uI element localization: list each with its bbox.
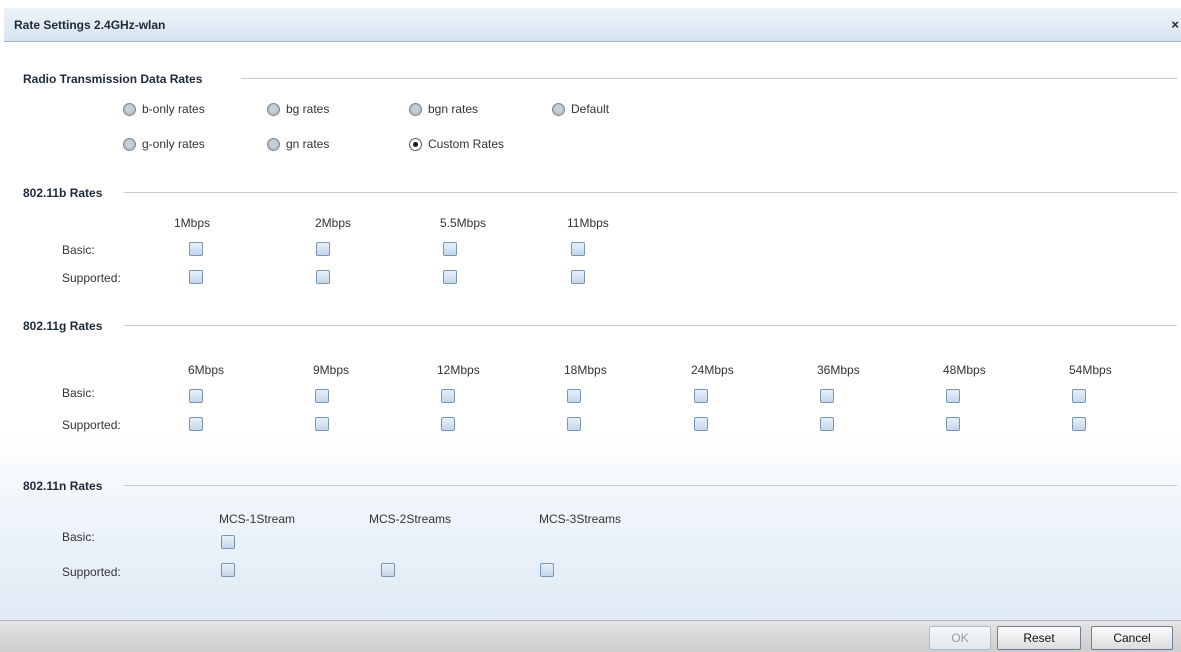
radio-label: Default	[571, 102, 610, 116]
g-basic-48mbps-checkbox[interactable]	[946, 389, 960, 403]
cancel-button[interactable]: Cancel	[1091, 626, 1173, 650]
close-icon[interactable]: ×	[1171, 17, 1179, 32]
b-supported-5-5mbps-checkbox[interactable]	[443, 270, 457, 284]
g-rate-col-36mbps: 36Mbps	[817, 363, 860, 377]
radio-g-only-rates[interactable]: g-only rates	[123, 136, 205, 152]
radio-label: bgn rates	[428, 102, 479, 116]
reset-button[interactable]: Reset	[997, 626, 1081, 650]
b-rate-col-5-5mbps: 5.5Mbps	[440, 216, 487, 230]
b-rates-section-title: 802.11b Rates	[23, 186, 103, 200]
b-basic-2mbps-checkbox[interactable]	[316, 242, 330, 256]
n-basic-row-label: Basic:	[62, 530, 95, 544]
g-rate-col-24mbps: 24Mbps	[691, 363, 734, 377]
n-supported-mcs-3streams-checkbox[interactable]	[540, 563, 554, 577]
g-rates-section-title: 802.11g Rates	[23, 319, 103, 333]
n-supported-mcs-1stream-checkbox[interactable]	[221, 563, 235, 577]
radio-button-icon	[409, 102, 422, 116]
radio-label: bg rates	[286, 102, 330, 116]
b-rate-col-11mbps: 11Mbps	[567, 216, 609, 230]
g-supported-36mbps-checkbox[interactable]	[820, 417, 834, 431]
n-basic-mcs-1stream-checkbox[interactable]	[221, 535, 235, 549]
radio-button-icon	[123, 137, 136, 151]
n-supported-mcs-2streams-checkbox[interactable]	[381, 563, 395, 577]
dialog-title: Rate Settings 2.4GHz-wlan	[14, 18, 166, 32]
g-rate-col-18mbps: 18Mbps	[564, 363, 607, 377]
radio-button-icon	[267, 137, 280, 151]
g-supported-9mbps-checkbox[interactable]	[315, 417, 329, 431]
dialog-titlebar: Rate Settings 2.4GHz-wlan ×	[4, 8, 1181, 42]
b-supported-2mbps-checkbox[interactable]	[316, 270, 330, 284]
n-rate-col-mcs-1stream: MCS-1Stream	[219, 512, 296, 526]
g-basic-6mbps-checkbox[interactable]	[189, 389, 203, 403]
radio-label: Custom Rates	[428, 137, 505, 151]
b-basic-5-5mbps-checkbox[interactable]	[443, 242, 457, 256]
rate-settings-dialog: Rate Settings 2.4GHz-wlan × Radio Transm…	[0, 0, 1181, 652]
radio-button-icon	[267, 102, 280, 116]
g-rate-col-12mbps: 12Mbps	[437, 363, 480, 377]
g-rate-col-54mbps: 54Mbps	[1069, 363, 1112, 377]
section-divider	[241, 78, 1177, 79]
section-divider	[124, 192, 1177, 193]
radio-label: gn rates	[286, 137, 330, 151]
g-supported-24mbps-checkbox[interactable]	[694, 417, 708, 431]
g-basic-row-label: Basic:	[62, 386, 95, 400]
radio-custom-rates[interactable]: Custom Rates	[409, 136, 504, 152]
b-basic-row-label: Basic:	[62, 243, 95, 257]
b-basic-1mbps-checkbox[interactable]	[189, 242, 203, 256]
radio-label: g-only rates	[142, 137, 205, 151]
radio-bg-rates[interactable]: bg rates	[267, 101, 329, 117]
radio-rates-section-title: Radio Transmission Data Rates	[23, 72, 203, 86]
g-supported-48mbps-checkbox[interactable]	[946, 417, 960, 431]
n-rate-col-mcs-3streams: MCS-3Streams	[539, 512, 622, 526]
g-supported-54mbps-checkbox[interactable]	[1072, 417, 1086, 431]
section-divider	[124, 485, 1177, 486]
n-rates-section-title: 802.11n Rates	[23, 479, 103, 493]
radio-default[interactable]: Default	[552, 101, 609, 117]
radio-bgn-rates[interactable]: bgn rates	[409, 101, 478, 117]
n-rate-col-mcs-2streams: MCS-2Streams	[369, 512, 452, 526]
g-rate-col-48mbps: 48Mbps	[943, 363, 986, 377]
b-supported-11mbps-checkbox[interactable]	[571, 270, 585, 284]
b-rate-col-1mbps: 1Mbps	[174, 216, 211, 230]
b-supported-row-label: Supported:	[62, 271, 121, 285]
g-basic-36mbps-checkbox[interactable]	[820, 389, 834, 403]
g-basic-18mbps-checkbox[interactable]	[567, 389, 581, 403]
radio-gn-rates[interactable]: gn rates	[267, 136, 329, 152]
g-basic-54mbps-checkbox[interactable]	[1072, 389, 1086, 403]
radio-button-icon	[123, 102, 136, 116]
g-basic-12mbps-checkbox[interactable]	[441, 389, 455, 403]
radio-b-only-rates[interactable]: b-only rates	[123, 101, 205, 117]
g-supported-12mbps-checkbox[interactable]	[441, 417, 455, 431]
n-supported-row-label: Supported:	[62, 565, 121, 579]
section-divider	[124, 325, 1177, 326]
radio-button-icon	[552, 102, 565, 116]
ok-button[interactable]: OK	[929, 626, 991, 650]
b-rate-col-2mbps: 2Mbps	[315, 216, 352, 230]
g-rate-col-9mbps: 9Mbps	[313, 363, 350, 377]
b-basic-11mbps-checkbox[interactable]	[571, 242, 585, 256]
g-rate-col-6mbps: 6Mbps	[188, 363, 225, 377]
radio-label: b-only rates	[142, 102, 205, 116]
b-supported-1mbps-checkbox[interactable]	[189, 270, 203, 284]
g-supported-6mbps-checkbox[interactable]	[189, 417, 203, 431]
g-basic-24mbps-checkbox[interactable]	[694, 389, 708, 403]
g-supported-row-label: Supported:	[62, 418, 121, 432]
g-basic-9mbps-checkbox[interactable]	[315, 389, 329, 403]
radio-button-selected-icon	[409, 137, 422, 151]
g-supported-18mbps-checkbox[interactable]	[567, 417, 581, 431]
